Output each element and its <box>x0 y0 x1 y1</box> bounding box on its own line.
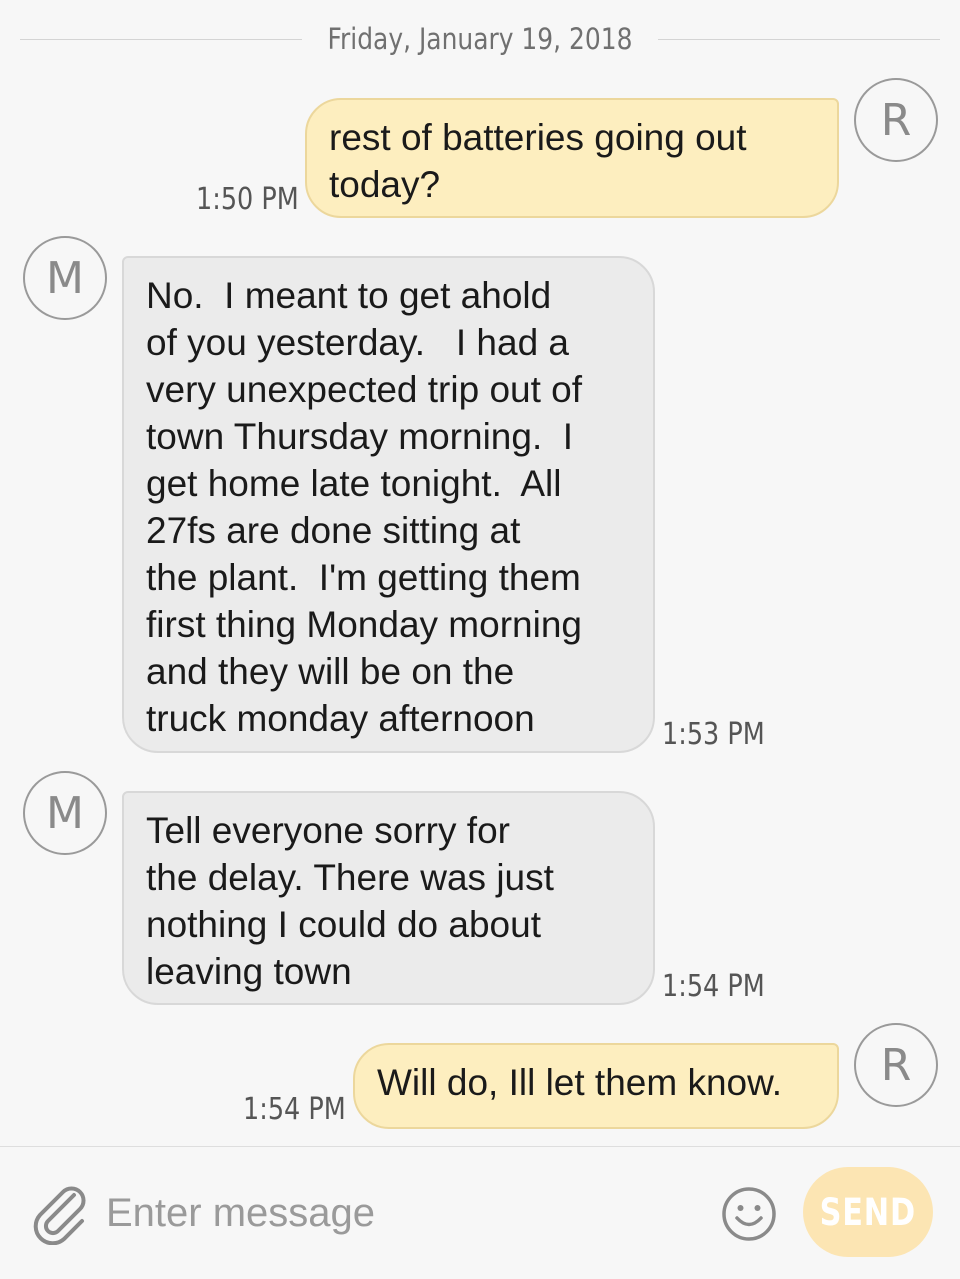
divider-line-right <box>658 39 940 40</box>
date-divider: Friday, January 19, 2018 <box>20 18 940 62</box>
message-time: 1:54 PM <box>662 969 765 1004</box>
send-button[interactable]: SEND <box>803 1167 933 1257</box>
divider-line-left <box>20 39 302 40</box>
message-bubble[interactable]: Tell everyone sorry for the delay. There… <box>122 791 655 1005</box>
message-bubble[interactable]: Will do, Ill let them know. <box>353 1043 839 1129</box>
avatar-letter: R <box>880 94 912 146</box>
avatar-letter: M <box>46 252 84 304</box>
message-time: 1:50 PM <box>196 182 299 217</box>
message-text: No. I meant to get ahold of you yesterda… <box>146 275 583 739</box>
avatar-sender[interactable]: R <box>854 78 938 162</box>
avatar-letter: R <box>880 1039 912 1091</box>
message-composer: SEND <box>0 1146 960 1279</box>
paperclip-icon[interactable] <box>30 1181 90 1246</box>
avatar-letter: M <box>46 787 84 839</box>
message-bubble[interactable]: No. I meant to get ahold of you yesterda… <box>122 256 655 753</box>
message-time: 1:54 PM <box>243 1092 346 1127</box>
message-text: rest of batteries going out today? <box>329 117 747 205</box>
message-bubble[interactable]: rest of batteries going out today? <box>305 98 839 218</box>
date-header: Friday, January 19, 2018 <box>327 22 633 56</box>
avatar-sender[interactable]: R <box>854 1023 938 1107</box>
message-text: Will do, Ill let them know. <box>377 1062 783 1103</box>
send-label: SEND <box>819 1190 917 1234</box>
message-text: Tell everyone sorry for the delay. There… <box>146 810 554 992</box>
avatar-contact[interactable]: M <box>23 771 107 855</box>
avatar-contact[interactable]: M <box>23 236 107 320</box>
smiley-icon[interactable] <box>720 1185 778 1243</box>
message-time: 1:53 PM <box>662 717 765 752</box>
message-input[interactable] <box>106 1183 686 1243</box>
